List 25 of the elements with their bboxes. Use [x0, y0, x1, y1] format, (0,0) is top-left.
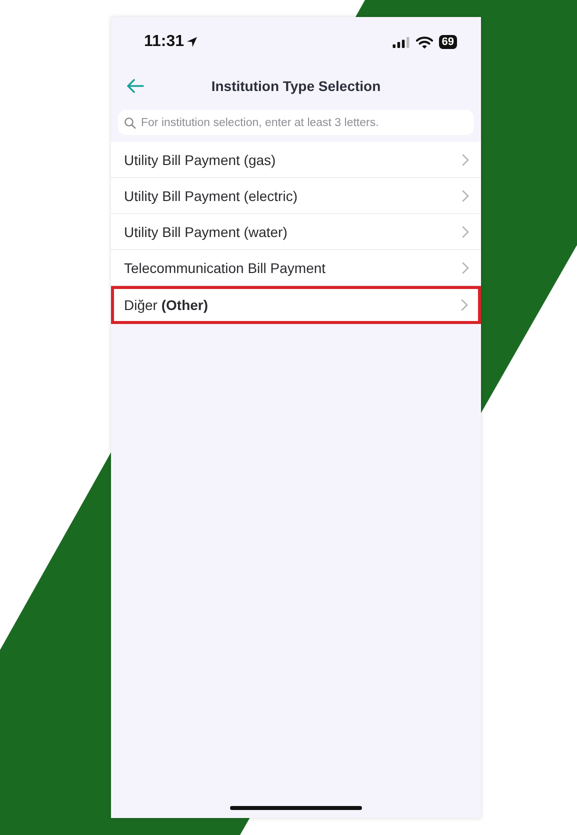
institution-list-item[interactable]: Diğer (Other) [111, 286, 481, 324]
item-label: Utility Bill Payment (gas) [124, 152, 276, 168]
battery-level: 69 [438, 35, 457, 49]
chevron-right-icon [461, 299, 468, 311]
location-arrow-icon [186, 36, 198, 48]
item-label: Telecommunication Bill Payment [124, 260, 326, 276]
signal-icon [392, 36, 410, 48]
chevron-right-icon [462, 226, 469, 238]
search-input[interactable]: For institution selection, enter at least 3 letters. [141, 116, 468, 128]
screen-title: Institution Type Selection [211, 78, 381, 94]
institution-list-item[interactable]: Utility Bill Payment (electric) [111, 178, 481, 214]
institution-list-item[interactable]: Utility Bill Payment (gas) [111, 142, 481, 178]
back-arrow-icon[interactable] [126, 79, 144, 93]
chevron-right-icon [462, 190, 469, 202]
status-time: 11:31 [144, 33, 184, 51]
search-field[interactable]: For institution selection, enter at least 3 letters. [118, 110, 474, 135]
institution-list-item[interactable]: Utility Bill Payment (water) [111, 214, 481, 250]
institution-list-item[interactable]: Telecommunication Bill Payment [111, 250, 481, 286]
chevron-right-icon [462, 262, 469, 274]
item-label: Diğer (Other) [124, 297, 208, 313]
item-label: Utility Bill Payment (electric) [124, 188, 298, 204]
search-icon [124, 116, 136, 128]
item-label: Utility Bill Payment (water) [124, 224, 288, 240]
chevron-right-icon [462, 154, 469, 166]
wifi-icon [416, 36, 433, 48]
